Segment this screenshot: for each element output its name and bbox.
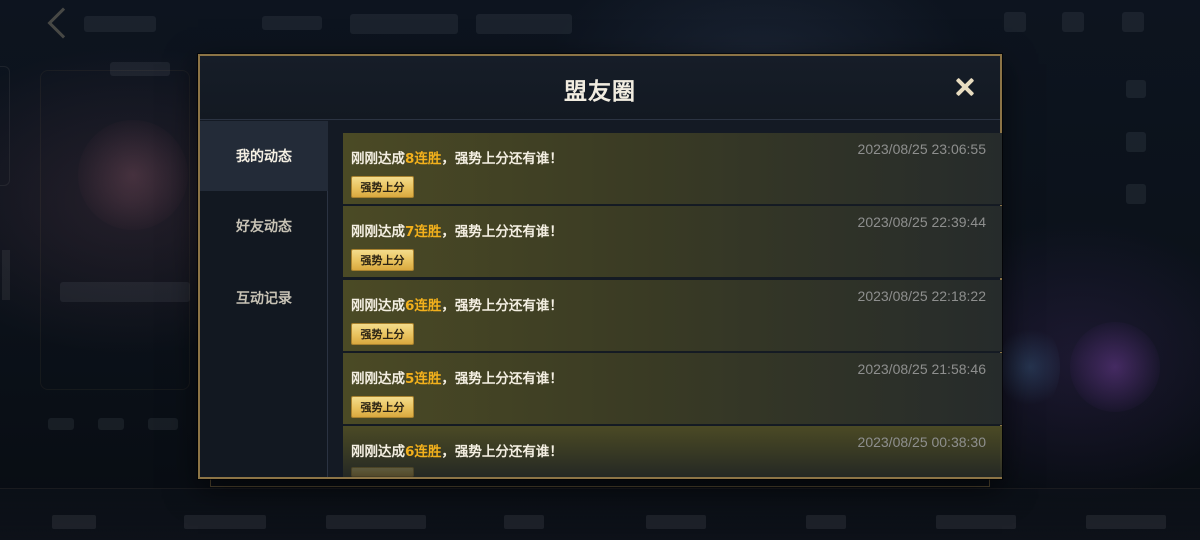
- background-nav-item: [806, 515, 846, 529]
- activity-feed[interactable]: 刚刚达成8连胜，强势上分还有谁！ 2023/08/25 23:06:55 强势上…: [343, 133, 1002, 477]
- message-suffix: ，强势上分还有谁！: [441, 371, 563, 387]
- tag-button[interactable]: 强势上分: [351, 176, 414, 198]
- background-blurred-name: [110, 62, 170, 76]
- back-arrow-icon: [47, 7, 79, 39]
- background-blurred-emblem: [1070, 322, 1160, 412]
- tab-interaction-records[interactable]: 互动记录: [200, 263, 328, 333]
- tag-button[interactable]: 强势上分: [351, 249, 414, 271]
- feed-timestamp: 2023/08/25 23:06:55: [857, 141, 986, 157]
- dialog-sidebar: 我的动态 好友动态 互动记录: [200, 121, 328, 477]
- dialog-title: 盟友圈: [564, 79, 636, 105]
- close-icon[interactable]: [952, 74, 978, 100]
- message-prefix: 刚刚达成: [351, 224, 405, 240]
- win-streak-highlight: 6连胜: [405, 298, 442, 314]
- modal-base-frame: [210, 479, 990, 487]
- background-blurred-badge: [60, 282, 190, 302]
- message-prefix: 刚刚达成: [351, 444, 405, 460]
- win-streak-highlight: 7连胜: [405, 224, 442, 240]
- background-nav-item: [52, 515, 96, 529]
- feed-timestamp: 2023/08/25 22:18:22: [857, 288, 986, 304]
- message-suffix: ，强势上分还有谁！: [441, 224, 563, 240]
- message-prefix: 刚刚达成: [351, 151, 405, 167]
- feed-message: 刚刚达成7连胜，强势上分还有谁！: [351, 220, 563, 240]
- feed-item: 刚刚达成8连胜，强势上分还有谁！ 2023/08/25 23:06:55 强势上…: [343, 133, 1002, 205]
- background-profile-frame: [40, 70, 190, 390]
- win-streak-highlight: 8连胜: [405, 151, 442, 167]
- background-blurred-icon: [1126, 80, 1146, 98]
- tag-button[interactable]: 强势上分: [351, 323, 414, 345]
- tag-button[interactable]: 强势上分: [351, 396, 414, 418]
- feed-message: 刚刚达成8连胜，强势上分还有谁！: [351, 147, 563, 167]
- tab-label: 好友动态: [236, 219, 292, 235]
- feed-timestamp: 2023/08/25 22:39:44: [857, 214, 986, 230]
- tag-button[interactable]: [351, 467, 414, 477]
- background-blurred-icon: [1122, 12, 1144, 32]
- background-nav-item: [326, 515, 426, 529]
- background-blurred-icon: [1126, 132, 1146, 152]
- message-suffix: ，强势上分还有谁！: [441, 151, 563, 167]
- feed-item: 刚刚达成7连胜，强势上分还有谁！ 2023/08/25 22:39:44 强势上…: [343, 206, 1002, 278]
- feed-message: 刚刚达成5连胜，强势上分还有谁！: [351, 367, 563, 387]
- background-blurred-stat: [98, 418, 124, 430]
- background-nav-item: [1086, 515, 1166, 529]
- message-prefix: 刚刚达成: [351, 371, 405, 387]
- message-suffix: ，强势上分还有谁！: [441, 444, 563, 460]
- background-blurred-emblem: [1000, 322, 1060, 412]
- background-blurred-icon: [1004, 12, 1026, 32]
- background-edge-tab: [0, 66, 10, 186]
- tab-label: 互动记录: [236, 291, 292, 307]
- background-top-bar: [0, 0, 1200, 48]
- dialog-header: 盟友圈: [200, 56, 1000, 120]
- background-nav-item: [936, 515, 1016, 529]
- feed-item: 刚刚达成6连胜，强势上分还有谁！ 2023/08/25 00:38:30: [343, 426, 1002, 477]
- background-side-label: [2, 250, 10, 300]
- background-blurred-stat: [48, 418, 74, 430]
- message-suffix: ，强势上分还有谁！: [441, 298, 563, 314]
- background-nav-item: [184, 515, 266, 529]
- background-nav-item: [504, 515, 544, 529]
- tab-label: 我的动态: [236, 149, 292, 165]
- background-blurred-icon: [1062, 12, 1084, 32]
- background-rank-emblem: [78, 120, 188, 230]
- win-streak-highlight: 5连胜: [405, 371, 442, 387]
- feed-timestamp: 2023/08/25 00:38:30: [857, 434, 986, 450]
- message-prefix: 刚刚达成: [351, 298, 405, 314]
- win-streak-highlight: 6连胜: [405, 444, 442, 460]
- tab-my-activity[interactable]: 我的动态: [200, 121, 328, 191]
- feed-timestamp: 2023/08/25 21:58:46: [857, 361, 986, 377]
- background-blurred-title: [84, 16, 156, 32]
- background-bottom-nav: [0, 488, 1200, 540]
- background-nav-item: [646, 515, 706, 529]
- background-blurred-search: [350, 14, 458, 34]
- feed-item: 刚刚达成6连胜，强势上分还有谁！ 2023/08/25 22:18:22 强势上…: [343, 280, 1002, 352]
- background-blurred-dropdown: [262, 16, 322, 30]
- background-blurred-stat: [148, 418, 178, 430]
- feed-item: 刚刚达成5连胜，强势上分还有谁！ 2023/08/25 21:58:46 强势上…: [343, 353, 1002, 425]
- background-blurred-field: [476, 14, 572, 34]
- feed-message: 刚刚达成6连胜，强势上分还有谁！: [351, 294, 563, 314]
- background-blurred-icon: [1126, 184, 1146, 204]
- tab-friend-activity[interactable]: 好友动态: [200, 191, 328, 261]
- ally-circle-dialog: 盟友圈 我的动态 好友动态 互动记录 刚刚达成8连胜，强势上分还有谁！ 2023…: [198, 54, 1002, 479]
- feed-message: 刚刚达成6连胜，强势上分还有谁！: [351, 440, 563, 460]
